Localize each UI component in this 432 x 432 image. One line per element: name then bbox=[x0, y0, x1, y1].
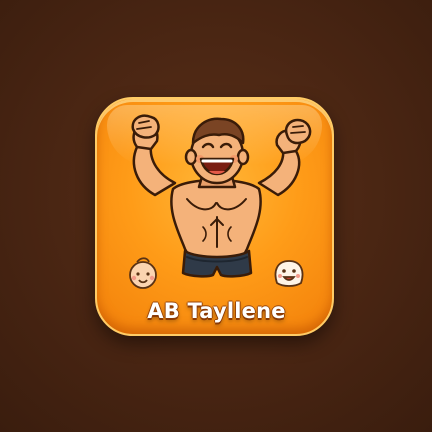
baby-face-icon bbox=[129, 257, 157, 289]
app-title: AB Tayllene bbox=[147, 299, 286, 323]
app-icon[interactable]: AB Tayllene bbox=[95, 97, 334, 336]
dumpling-face-icon bbox=[274, 260, 304, 287]
